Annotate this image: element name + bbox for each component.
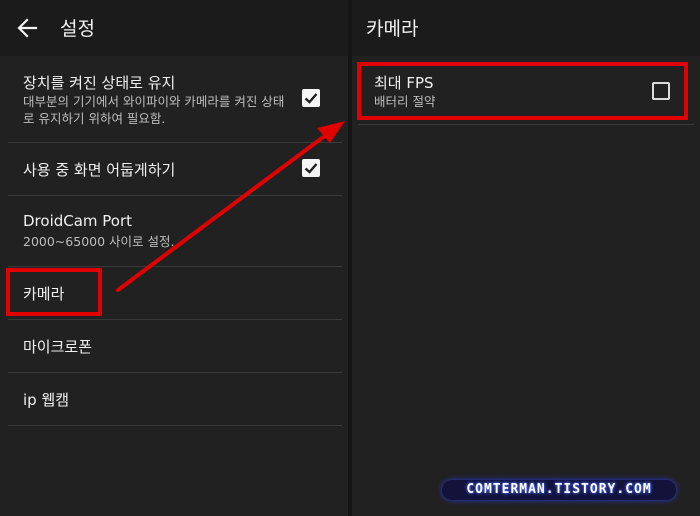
- setting-keep-screen-on[interactable]: 장치를 켜진 상태로 유지 대부분의 기기에서 와이파이와 카메라를 켜진 상태…: [8, 60, 342, 143]
- dim-screen-checkbox[interactable]: [302, 159, 320, 177]
- settings-panel: 설정 장치를 켜진 상태로 유지 대부분의 기기에서 와이파이와 카메라를 켜진…: [0, 0, 348, 516]
- camera-appbar: 카메라: [352, 0, 700, 56]
- setting-max-fps[interactable]: 최대 FPS 배터리 절약: [358, 60, 694, 125]
- keep-on-checkbox[interactable]: [302, 89, 320, 107]
- setting-title: 사용 중 화면 어둡게하기: [23, 161, 176, 179]
- setting-title: 마이크로폰: [23, 338, 93, 356]
- setting-title: 카메라: [23, 285, 65, 303]
- setting-ip-webcam[interactable]: ip 웹캠: [8, 373, 342, 426]
- setting-camera[interactable]: 카메라: [8, 267, 342, 320]
- setting-droidcam-port[interactable]: DroidCam Port 2000~65000 사이로 설정.: [8, 196, 342, 267]
- setting-summary: 배터리 절약: [374, 94, 436, 109]
- watermark-logo: COMTERMAN.TISTORY.COM: [442, 480, 676, 500]
- page-title: 설정: [60, 18, 95, 40]
- setting-title: 장치를 켜진 상태로 유지: [23, 74, 176, 92]
- max-fps-checkbox[interactable]: [652, 82, 670, 100]
- setting-title: 최대 FPS: [374, 74, 434, 92]
- setting-dim-screen[interactable]: 사용 중 화면 어둡게하기: [8, 143, 342, 196]
- settings-appbar: 설정: [0, 0, 348, 56]
- check-icon: [304, 93, 318, 104]
- arrow-back-icon[interactable]: [16, 17, 38, 39]
- setting-summary: 2000~65000 사이로 설정.: [23, 234, 175, 249]
- setting-summary: 대부분의 기기에서 와이파이와 카메라를 켜진 상태로 유지하기 위하여 필요함…: [23, 94, 285, 126]
- setting-title: ip 웹캠: [23, 391, 70, 409]
- check-icon: [304, 163, 318, 174]
- setting-title: DroidCam Port: [23, 212, 133, 230]
- page-title: 카메라: [366, 18, 419, 40]
- setting-microphone[interactable]: 마이크로폰: [8, 320, 342, 373]
- camera-panel: 카메라 최대 FPS 배터리 절약: [352, 0, 700, 516]
